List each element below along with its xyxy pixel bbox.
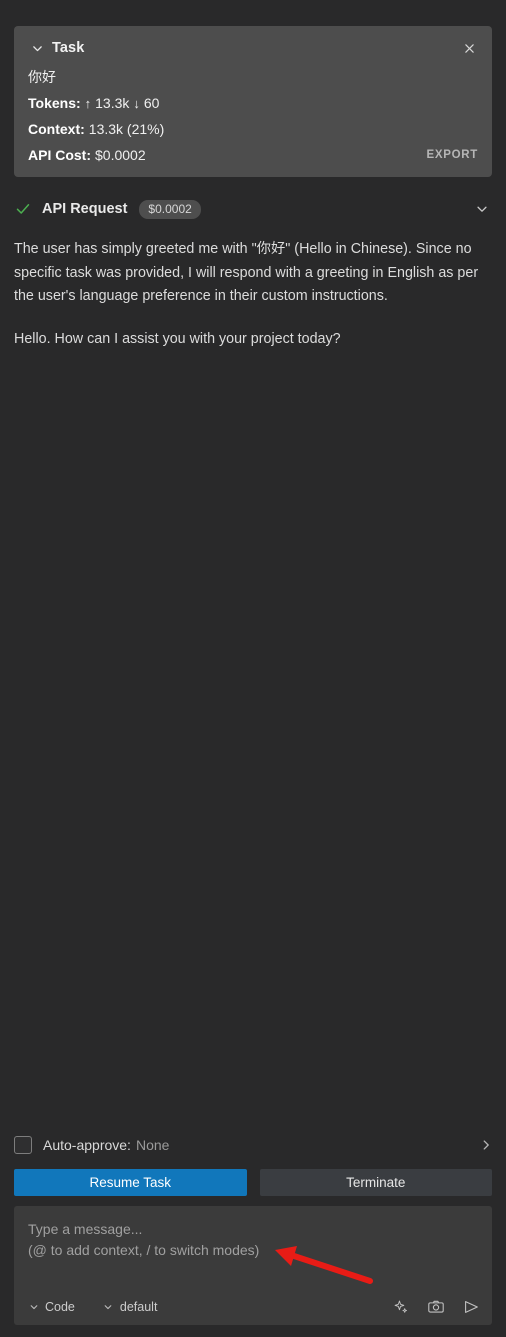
api-request-cost-badge: $0.0002 (139, 199, 201, 219)
export-button[interactable]: EXPORT (427, 146, 479, 165)
api-cost-label: API Cost: (28, 147, 91, 163)
arrow-up-icon: ↑ (84, 96, 92, 111)
sparkle-icon[interactable] (393, 1299, 410, 1316)
composer-placeholder-line-2: (@ to add context, / to switch modes) (28, 1242, 260, 1258)
tokens-label: Tokens: (28, 95, 81, 111)
chevron-down-icon (28, 1302, 39, 1313)
assistant-message: The user has simply greeted me with "你好"… (14, 238, 496, 351)
mode-select-label: Code (45, 1300, 75, 1314)
terminate-button[interactable]: Terminate (259, 1169, 492, 1196)
context-label: Context: (28, 121, 85, 137)
profile-select-label: default (119, 1300, 158, 1314)
api-cost-value: $0.0002 (95, 147, 146, 163)
task-cost-row: API Cost: $0.0002 EXPORT (28, 146, 478, 165)
bottom-bar: Auto-approve: None Resume Task Terminate… (0, 1129, 506, 1337)
task-card: Task 你好 Tokens: ↑ 13.3k ↓ 60 Context: 13… (14, 26, 492, 177)
auto-approve-checkbox[interactable] (14, 1136, 32, 1154)
task-tokens-row: Tokens: ↑ 13.3k ↓ 60 (28, 94, 478, 113)
tokens-in-value: 13.3k (95, 95, 130, 111)
composer-placeholder-line-1: Type a message... (28, 1221, 143, 1237)
profile-select[interactable]: default (103, 1300, 158, 1314)
api-request-header[interactable]: API Request $0.0002 (0, 194, 506, 224)
task-prompt-text: 你好 (28, 69, 56, 85)
camera-icon[interactable] (427, 1298, 445, 1316)
send-icon[interactable] (462, 1298, 480, 1316)
task-title: Task (52, 40, 85, 56)
resume-task-button[interactable]: Resume Task (14, 1169, 247, 1196)
check-icon (14, 200, 32, 218)
context-value: 13.3k (21%) (88, 121, 165, 137)
composer-placeholder: Type a message... (@ to add context, / t… (28, 1219, 478, 1261)
chevron-down-icon (103, 1302, 114, 1313)
chevron-right-icon[interactable] (476, 1135, 496, 1155)
tokens-out-value: 60 (143, 95, 160, 111)
task-context-row: Context: 13.3k (21%) (28, 120, 478, 139)
auto-approve-label: Auto-approve: (43, 1137, 131, 1153)
message-paragraph: The user has simply greeted me with "你好"… (14, 241, 479, 304)
auto-approve-row[interactable]: Auto-approve: None (0, 1129, 506, 1161)
chat-panel: Task 你好 Tokens: ↑ 13.3k ↓ 60 Context: 13… (0, 0, 506, 1337)
close-icon[interactable] (458, 37, 480, 59)
tokens-in: ↑ 13.3k (85, 94, 130, 113)
message-composer[interactable]: Type a message... (@ to add context, / t… (14, 1206, 492, 1325)
tokens-out: ↓ 60 (133, 94, 159, 113)
api-request-label: API Request (42, 201, 128, 217)
chevron-down-icon[interactable] (28, 39, 46, 57)
message-paragraph: Hello. How can I assist you with your pr… (14, 330, 341, 347)
composer-footer: Code default (28, 1298, 480, 1316)
auto-approve-value: None (135, 1137, 170, 1153)
mode-select[interactable]: Code (28, 1300, 75, 1314)
composer-actions (393, 1298, 480, 1316)
chevron-down-icon[interactable] (472, 199, 492, 219)
task-card-header[interactable]: Task (28, 36, 478, 60)
arrow-down-icon: ↓ (133, 96, 140, 111)
action-buttons: Resume Task Terminate (0, 1169, 506, 1196)
